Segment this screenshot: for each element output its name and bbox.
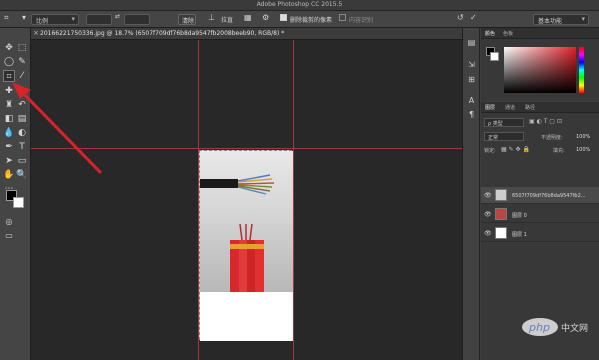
tab-layers[interactable]: 图层 — [485, 104, 495, 111]
filter-icons[interactable]: ▣ ◐ T ▢ ⊡ — [529, 118, 562, 125]
layer-name: 图层 0 — [512, 213, 527, 219]
background-color-swatch[interactable] — [490, 52, 499, 61]
fill-value[interactable]: 100% — [576, 147, 590, 153]
layer-thumbnail — [495, 208, 507, 220]
blend-mode-label: 正常 — [488, 135, 499, 141]
fill-label: 填充: — [553, 148, 565, 154]
tab-swatches[interactable]: 色板 — [503, 30, 513, 37]
adjustments-icon[interactable]: ⊞ — [466, 74, 477, 85]
layer-filter-label: ρ 类型 — [488, 121, 503, 127]
hue-slider[interactable] — [579, 47, 584, 93]
tab-color[interactable]: 颜色 — [485, 30, 495, 37]
lock-icons[interactable]: ▦ ✎ ✥ 🔒 — [501, 146, 530, 153]
paragraph-icon[interactable]: ¶ — [466, 109, 477, 120]
layer-thumbnail — [495, 227, 507, 239]
layer-row[interactable]: 👁 图层 1 — [481, 225, 599, 242]
visibility-eye-icon[interactable]: 👁 — [484, 192, 492, 199]
watermark-logo-text: php — [528, 321, 550, 334]
properties-icon[interactable]: ⇲ — [466, 59, 477, 70]
layer-name: 图层 1 — [512, 232, 527, 238]
dock-icon-strip: ▤ ⇲ ⊞ A ¶ — [463, 28, 480, 360]
history-icon[interactable]: ▤ — [466, 37, 477, 48]
layer-row[interactable]: 👁 图层 0 — [481, 206, 599, 223]
visibility-eye-icon[interactable]: 👁 — [484, 230, 492, 237]
color-panel-tabs: 颜色 色板 — [481, 28, 599, 39]
layer-thumbnail — [495, 189, 507, 201]
color-field[interactable] — [504, 47, 576, 93]
layer-filter-dropdown[interactable]: ρ 类型 — [484, 118, 524, 127]
opacity-value[interactable]: 100% — [576, 134, 590, 140]
watermark: php 中文网 — [521, 316, 595, 338]
opacity-label: 不透明度: — [541, 135, 563, 141]
lock-label: 锁定: — [484, 148, 496, 154]
layers-panel-tabs: 图层 通道 路径 — [481, 102, 599, 113]
character-icon[interactable]: A — [466, 95, 477, 106]
tab-paths[interactable]: 路径 — [525, 104, 535, 111]
color-panel: 颜色 色板 — [481, 28, 599, 101]
blend-mode-dropdown[interactable]: 正常 — [484, 132, 524, 141]
visibility-eye-icon[interactable]: 👁 — [484, 211, 492, 218]
tab-channels[interactable]: 通道 — [505, 104, 515, 111]
layer-name: 6507f709df76b8da9547fb2... — [512, 193, 586, 199]
right-dock: ▤ ⇲ ⊞ A ¶ 颜色 色板 图层 通道 路径 ρ 类型 ▣ ◐ T ▢ ⊡ … — [462, 28, 599, 360]
watermark-text: 中文网 — [561, 324, 589, 334]
layer-row[interactable]: 👁 6507f709df76b8da9547fb2... — [481, 187, 599, 204]
